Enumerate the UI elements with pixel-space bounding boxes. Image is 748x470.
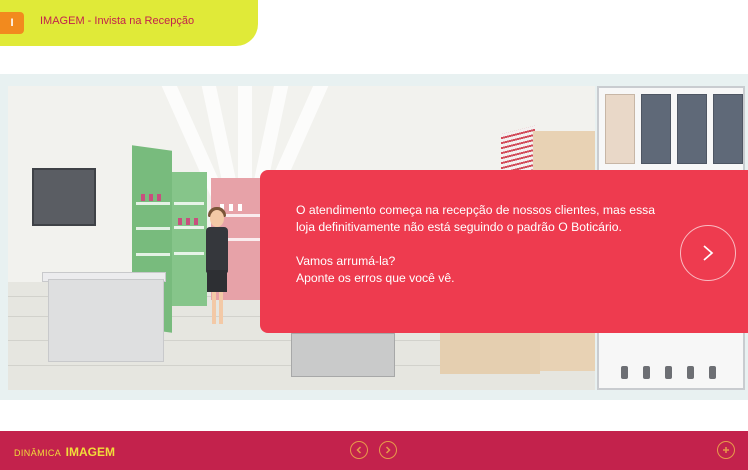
next-button[interactable] bbox=[680, 225, 736, 281]
tv-screen bbox=[32, 168, 96, 226]
chevron-left-icon bbox=[356, 446, 362, 454]
dialog-question: Vamos arrumá-la? bbox=[296, 254, 396, 268]
person-leg bbox=[219, 292, 223, 324]
product-case bbox=[641, 94, 671, 164]
product bbox=[194, 218, 198, 225]
product-bottle bbox=[643, 366, 650, 379]
shelf-row bbox=[136, 202, 170, 205]
forward-button[interactable] bbox=[379, 441, 397, 459]
page-title: IMAGEM - Invista na Recepção bbox=[40, 15, 195, 27]
product-bottle bbox=[687, 366, 694, 379]
dialog-spacer bbox=[296, 236, 666, 253]
makeup-case bbox=[605, 94, 635, 164]
product bbox=[178, 218, 182, 225]
store-clerk bbox=[202, 207, 232, 336]
product-bottle bbox=[709, 366, 716, 379]
dialog-text: O atendimento começa na recepção de noss… bbox=[296, 202, 666, 287]
module-badge: I bbox=[0, 12, 24, 34]
dialog-instruction: Aponte os erros que você vê. bbox=[296, 271, 455, 285]
shelf-row bbox=[174, 252, 204, 255]
footer-brand-small: DINÂMICA bbox=[14, 448, 62, 458]
person-skirt bbox=[207, 270, 227, 292]
dialog-paragraph: O atendimento começa na recepção de noss… bbox=[296, 203, 656, 234]
plus-icon bbox=[723, 447, 729, 453]
footer-brand-big: IMAGEM bbox=[65, 445, 115, 459]
footer-bar: DINÂMICA IMAGEM bbox=[0, 431, 748, 470]
product bbox=[157, 194, 161, 201]
instruction-dialog: O atendimento começa na recepção de noss… bbox=[260, 170, 748, 333]
shelf-row bbox=[174, 226, 204, 229]
product-case bbox=[677, 94, 707, 164]
add-button[interactable] bbox=[717, 441, 735, 459]
shelf-row bbox=[136, 253, 170, 256]
low-display-shelf bbox=[291, 333, 395, 377]
product-case bbox=[713, 94, 743, 164]
reception-counter bbox=[48, 279, 164, 362]
product-bottle bbox=[665, 366, 672, 379]
product bbox=[238, 204, 242, 211]
person-leg bbox=[212, 292, 216, 324]
prev-button[interactable] bbox=[350, 441, 368, 459]
shelf-row bbox=[136, 227, 170, 230]
person-body bbox=[206, 227, 228, 273]
stage: I IMAGEM - Invista na Recepção O atendim… bbox=[0, 0, 748, 470]
person-head bbox=[210, 210, 224, 227]
shelf-row bbox=[174, 202, 204, 205]
product bbox=[149, 194, 153, 201]
product bbox=[186, 218, 190, 225]
chevron-right-icon bbox=[703, 245, 714, 261]
product bbox=[141, 194, 145, 201]
chevron-right-icon bbox=[385, 446, 391, 454]
product-bottle bbox=[621, 366, 628, 379]
footer-brand: DINÂMICA IMAGEM bbox=[14, 443, 115, 461]
